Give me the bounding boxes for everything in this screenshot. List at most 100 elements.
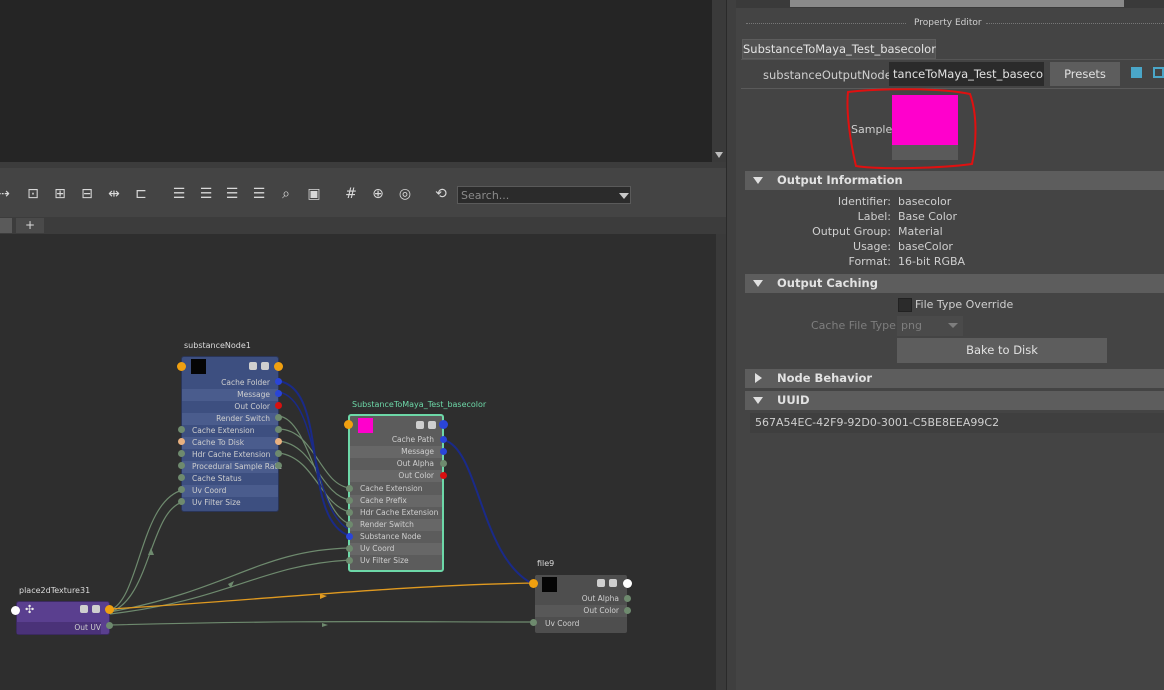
port-label: Cache Status [182, 473, 278, 485]
port-label: Cache Folder [182, 377, 278, 389]
node-type-label: substanceOutputNode: [763, 68, 896, 82]
info-label: Format: [848, 255, 891, 268]
port[interactable] [178, 498, 185, 505]
port[interactable] [530, 619, 537, 626]
substance-output-node[interactable]: SubstanceToMaya_Test_basecolor Cache Pat… [348, 400, 486, 572]
port[interactable] [440, 448, 447, 455]
port[interactable] [178, 486, 185, 493]
wire-output-file [443, 439, 536, 586]
presets-button[interactable]: Presets [1050, 62, 1120, 86]
port-label: Uv Coord [350, 543, 442, 555]
node-swatch [191, 359, 206, 374]
port[interactable] [178, 426, 185, 433]
gear-icon[interactable] [597, 579, 605, 587]
port[interactable] [275, 414, 282, 421]
output-out-port[interactable] [439, 420, 448, 429]
port[interactable] [275, 378, 282, 385]
port[interactable] [275, 402, 282, 409]
bake-to-disk-button[interactable]: Bake to Disk [897, 338, 1107, 363]
dropdown-icon [948, 323, 958, 328]
port-label: Hdr Cache Extension [350, 507, 442, 519]
substance-node[interactable]: substanceNode1 Cache Folder Message Out … [181, 341, 282, 512]
port[interactable] [178, 474, 185, 481]
collapse-icon [753, 177, 763, 184]
port-label: Procedural Sample Rate [182, 461, 282, 473]
port[interactable] [440, 472, 447, 479]
port[interactable] [275, 438, 282, 445]
info-value: baseColor [898, 240, 953, 253]
place2d-out-port[interactable] [105, 605, 114, 614]
substance-out-port[interactable] [274, 362, 283, 371]
red-annotation [846, 88, 977, 170]
port[interactable] [346, 485, 353, 492]
port[interactable] [275, 426, 282, 433]
port[interactable] [178, 438, 185, 445]
port-label: Out Alpha [350, 458, 442, 470]
gear-icon[interactable] [80, 605, 88, 613]
port[interactable] [106, 622, 113, 629]
menu-icon[interactable] [261, 362, 269, 370]
node-swatch [358, 418, 373, 433]
gear-icon[interactable] [249, 362, 257, 370]
port-label: Message [182, 389, 278, 401]
substance-in-port[interactable] [177, 362, 186, 371]
place2d-node[interactable]: place2dTexture31 ✣ Out UV [16, 586, 110, 635]
panel-scroll-thumb[interactable] [790, 0, 1124, 7]
port[interactable] [346, 533, 353, 540]
panel-divider[interactable] [726, 0, 736, 690]
gear-icon[interactable] [416, 421, 424, 429]
port[interactable] [346, 497, 353, 504]
port[interactable] [178, 450, 185, 457]
port[interactable] [346, 521, 353, 528]
port[interactable] [275, 390, 282, 397]
port[interactable] [624, 595, 631, 602]
menu-icon[interactable] [609, 579, 617, 587]
copy-tab-icon[interactable] [1153, 67, 1164, 78]
uuid-field[interactable]: 567A54EC-42F9-92D0-3001-C5BE8EEA99C2 [750, 413, 1164, 433]
node-name-field[interactable]: tanceToMaya_Test_basecolor [889, 62, 1044, 86]
section-output-information[interactable]: Output Information [745, 171, 1164, 190]
port-label: Uv Coord [182, 485, 278, 497]
menu-icon[interactable] [92, 605, 100, 613]
info-label: Label: [857, 210, 891, 223]
focus-icon[interactable] [1131, 67, 1142, 78]
port[interactable] [440, 460, 447, 467]
file-node[interactable]: file9 Out Alpha Out Color Uv Coord [534, 559, 628, 634]
port-label: Out Alpha [535, 593, 627, 605]
section-title: Output Information [777, 173, 903, 187]
section-node-behavior[interactable]: Node Behavior [745, 369, 1164, 388]
wire-substance-node-2 [278, 391, 351, 531]
port[interactable] [346, 545, 353, 552]
port[interactable] [624, 607, 631, 614]
node-swatch [542, 577, 557, 592]
port-label: Out Color [182, 401, 278, 413]
info-label: Output Group: [812, 225, 891, 238]
wire-substance-node [278, 380, 351, 537]
port-label: Hdr Cache Extension [182, 449, 278, 461]
file-type-override-checkbox[interactable] [898, 298, 912, 312]
place2d-icon: ✣ [25, 603, 35, 616]
section-title: Output Caching [777, 276, 878, 290]
port[interactable] [440, 436, 447, 443]
file-type-override-label: File Type Override [915, 298, 1014, 311]
section-uuid[interactable]: UUID [745, 391, 1164, 410]
menu-icon[interactable] [428, 421, 436, 429]
port-label: Cache Extension [182, 425, 278, 437]
port[interactable] [178, 462, 185, 469]
port[interactable] [346, 557, 353, 564]
file-out-port[interactable] [623, 579, 632, 588]
tab-node[interactable]: SubstanceToMaya_Test_basecolor [742, 39, 936, 59]
section-output-caching[interactable]: Output Caching [745, 274, 1164, 293]
file-in-port[interactable] [529, 579, 538, 588]
port[interactable] [275, 462, 282, 469]
section-title: Node Behavior [777, 371, 873, 385]
info-value: Material [898, 225, 943, 238]
output-in-port[interactable] [344, 420, 353, 429]
port[interactable] [275, 450, 282, 457]
wire-outuv-output-uv [109, 547, 351, 613]
port[interactable] [346, 509, 353, 516]
collapse-icon [753, 397, 763, 404]
expand-icon [755, 373, 762, 383]
place2d-node-title: place2dTexture31 [19, 586, 91, 595]
place2d-in-port[interactable] [11, 606, 20, 615]
